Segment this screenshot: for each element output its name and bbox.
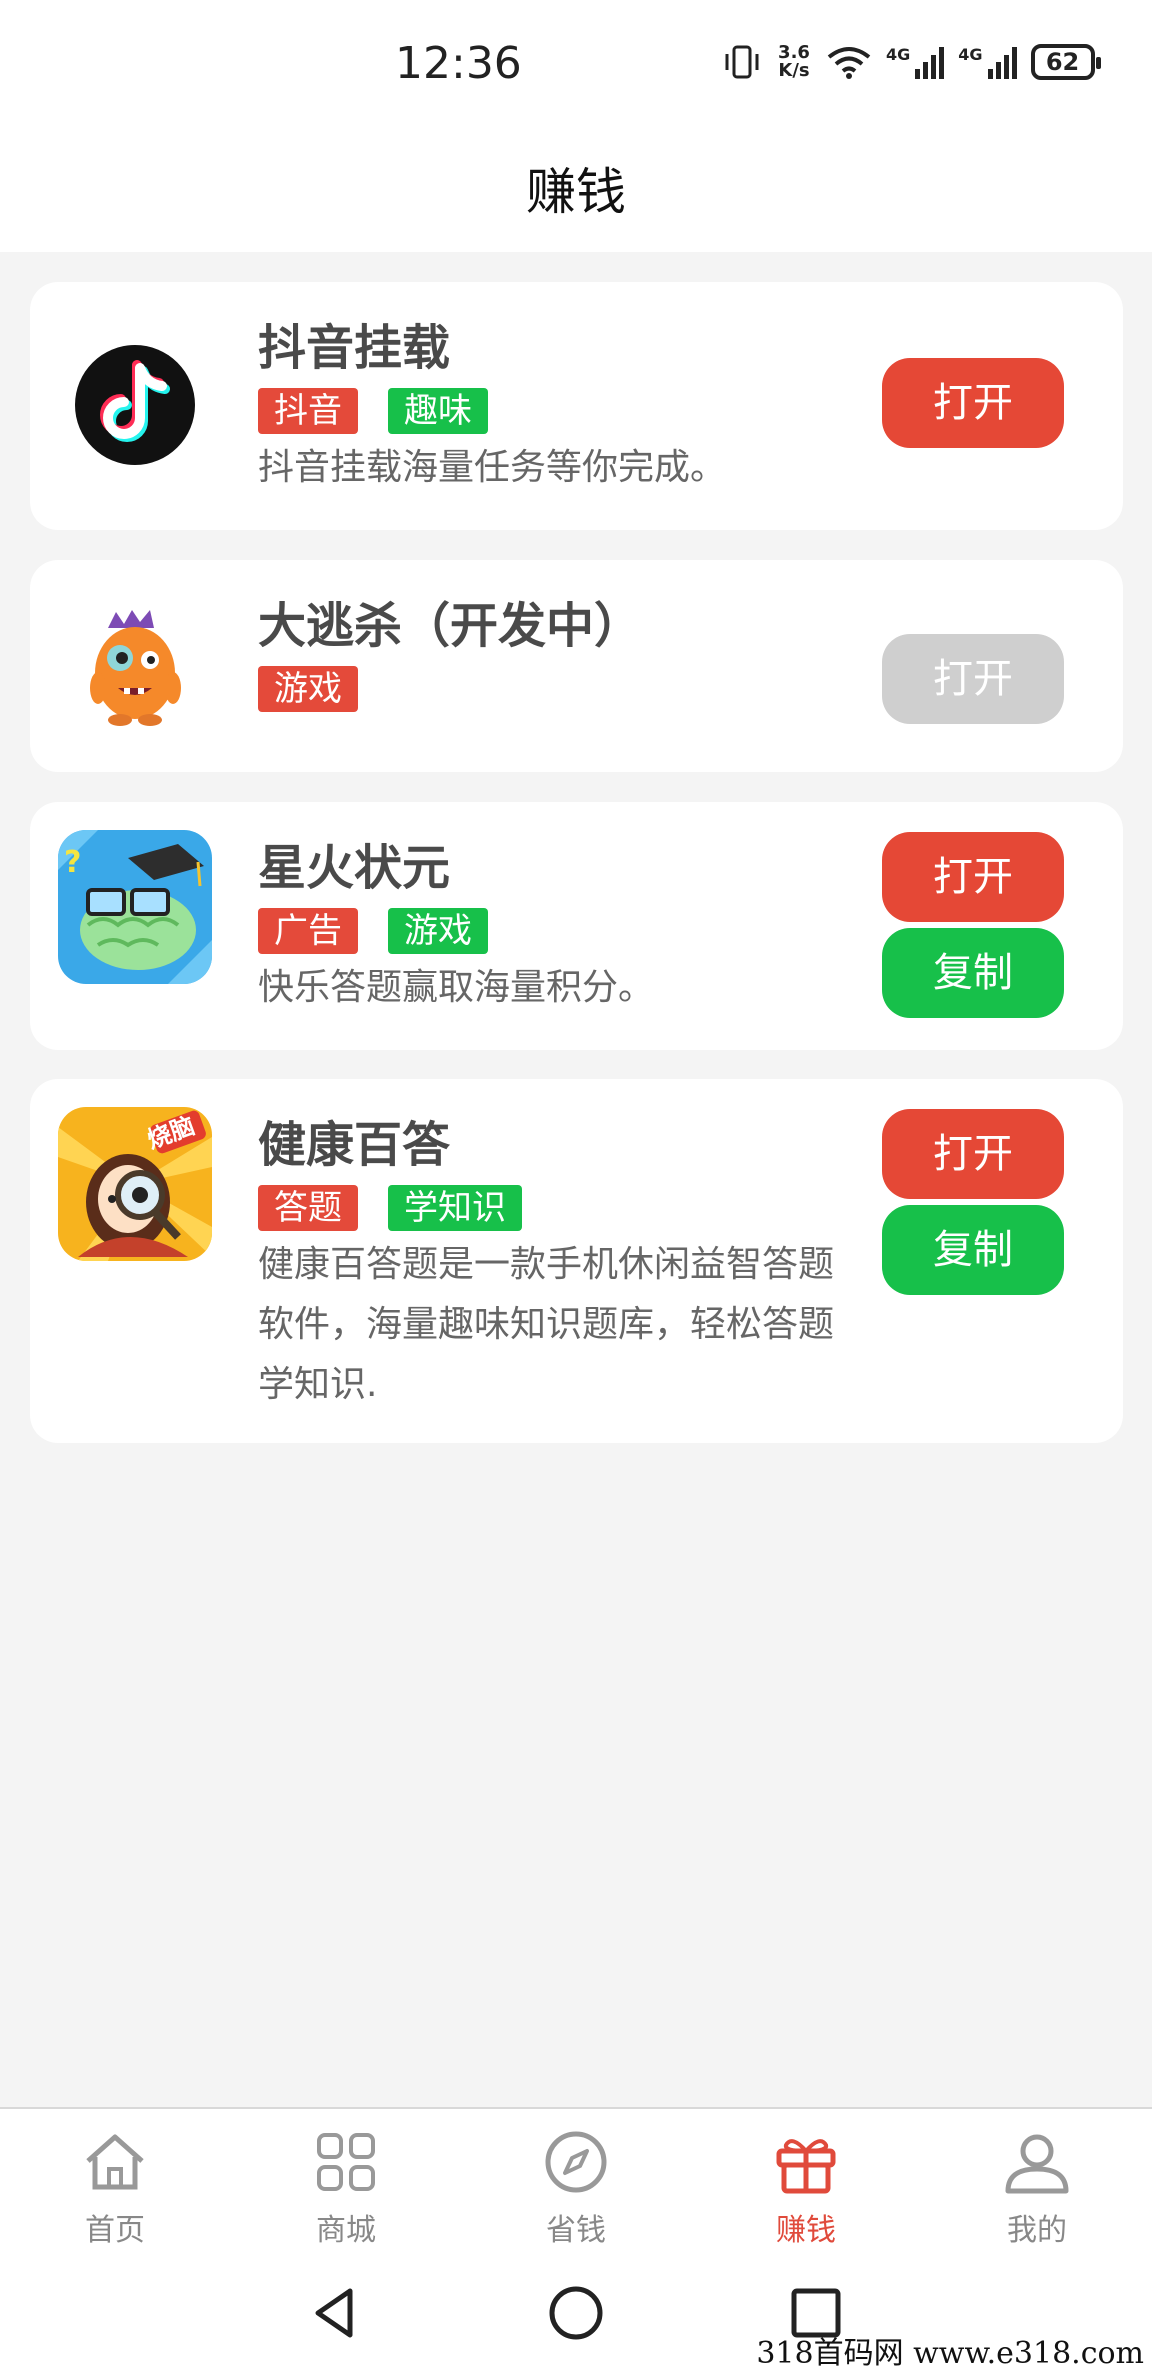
speed-unit: K/s <box>778 60 810 81</box>
bottom-tab-bar: 首页 商城 省钱 赚钱 我的 <box>0 2107 1152 2257</box>
task-description: 快乐答题赢取海量积分。 <box>258 967 655 1008</box>
network-type: 4G <box>958 45 983 64</box>
tab-mall[interactable]: 商城 <box>276 2127 416 2249</box>
tab-label: 我的 <box>1007 2213 1067 2248</box>
system-nav-bar: 318首码网 www.e318.com <box>0 2257 1152 2376</box>
tag: 游戏 <box>258 666 358 712</box>
task-title: 健康百答 <box>258 1117 451 1173</box>
home-icon <box>86 2134 144 2190</box>
task-description: 抖音挂载海量任务等你完成。 <box>258 447 727 488</box>
tag: 游戏 <box>388 908 488 954</box>
back-icon[interactable] <box>306 2283 366 2343</box>
tab-mine[interactable]: 我的 <box>967 2127 1107 2249</box>
tag: 趣味 <box>388 388 488 434</box>
tab-home[interactable]: 首页 <box>45 2127 185 2249</box>
grid-icon <box>317 2133 375 2191</box>
open-button[interactable]: 打开 <box>882 358 1064 448</box>
compass-icon <box>545 2131 607 2193</box>
magnifier-girl-icon: 烧脑 <box>58 1107 212 1261</box>
task-card[interactable]: 抖音挂载 抖音 趣味 抖音挂载海量任务等你完成。 打开 <box>30 282 1123 530</box>
tag: 抖音 <box>258 388 358 434</box>
tag: 学知识 <box>388 1185 522 1231</box>
svg-text:?: ? <box>64 845 81 880</box>
status-icons: 3.6 K/s 4G 4G 62 <box>722 44 1101 80</box>
signal-icon: 4G <box>886 45 945 79</box>
watermark: 318首码网 www.e318.com <box>756 2336 1144 2371</box>
battery-icon: 62 <box>1030 44 1101 80</box>
user-icon <box>1005 2134 1069 2194</box>
copy-button[interactable]: 复制 <box>882 1205 1064 1295</box>
signal-icon: 4G <box>958 45 1017 79</box>
page-title: 赚钱 <box>526 163 626 221</box>
tab-earn[interactable]: 赚钱 <box>736 2127 876 2249</box>
task-description: 健康百答题是一款手机休闲益智答题软件，海量趣味知识题库，轻松答题学知识. <box>258 1244 835 1405</box>
tag-list: 广告 游戏 <box>258 908 488 954</box>
page-header: 赚钱 <box>0 130 1152 252</box>
tab-label: 首页 <box>85 2213 145 2248</box>
copy-button[interactable]: 复制 <box>882 928 1064 1018</box>
network-speed: 3.6 K/s <box>776 44 812 80</box>
tab-label: 省钱 <box>546 2213 606 2248</box>
status-time: 12:36 <box>395 38 522 89</box>
tag: 答题 <box>258 1185 358 1231</box>
tiktok-logo-icon <box>58 328 212 482</box>
tab-label: 商城 <box>316 2213 376 2248</box>
wifi-icon <box>827 47 871 79</box>
task-card[interactable]: ? 星火状元 广告 游戏 快乐答题赢取海量积分。 打开 复制 <box>30 802 1123 1050</box>
task-title: 星火状元 <box>258 840 451 896</box>
open-button[interactable]: 打开 <box>882 1109 1064 1199</box>
open-button-disabled[interactable]: 打开 <box>882 634 1064 724</box>
task-card[interactable]: 大逃杀（开发中） 游戏 打开 <box>30 560 1123 772</box>
home-circle-icon[interactable] <box>546 2283 606 2343</box>
vibrate-icon <box>725 45 759 79</box>
network-type: 4G <box>886 45 911 64</box>
task-title: 抖音挂载 <box>258 320 451 376</box>
task-title: 大逃杀（开发中） <box>258 598 643 654</box>
tag-list: 抖音 趣味 <box>258 388 488 434</box>
brain-graduate-icon: ? <box>58 830 212 984</box>
gift-icon <box>776 2139 836 2194</box>
tag: 广告 <box>258 908 358 954</box>
task-card[interactable]: 烧脑 健康百答 答题 学知识 健康百答题是一款手机休闲益智答题软件，海量趣味知识… <box>30 1079 1123 1443</box>
status-bar: 12:36 3.6 K/s 4G 4G 62 <box>0 0 1152 130</box>
tab-save[interactable]: 省钱 <box>506 2127 646 2249</box>
tag-list: 游戏 <box>258 666 358 712</box>
tag-list: 答题 学知识 <box>258 1185 522 1231</box>
open-button[interactable]: 打开 <box>882 832 1064 922</box>
orange-monster-icon <box>58 588 212 742</box>
tab-label: 赚钱 <box>776 2213 836 2248</box>
